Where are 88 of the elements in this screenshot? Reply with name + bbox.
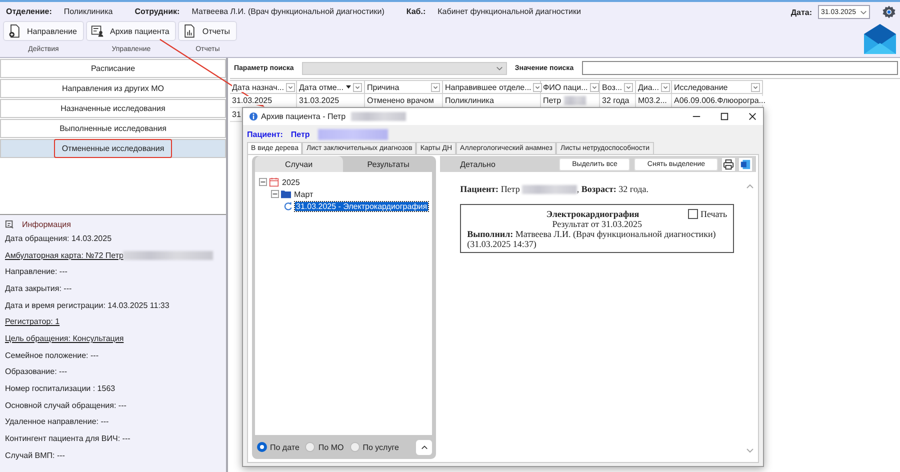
filter-dropdown-button[interactable] [286, 82, 295, 92]
patient-name: Петр [290, 130, 310, 139]
performer-info: Выполнил: Матвеева Л.И. (Врач функциональной диагностики) (31.03.2025 14:37) [467, 229, 717, 249]
nav-item[interactable]: Расписание [0, 59, 226, 78]
search-field[interactable] [582, 61, 898, 75]
info-text: Контингент пациента для ВИЧ: --- [5, 434, 130, 444]
close-icon[interactable] [748, 112, 757, 121]
sort-down-icon [346, 85, 351, 89]
column-header[interactable]: ФИО паци... [541, 80, 600, 94]
printer-icon [723, 158, 734, 170]
envelope-icon[interactable] [864, 24, 896, 54]
info-link[interactable]: Амбулаторная карта: №72 Петр [5, 250, 124, 260]
collapse-toggle[interactable] [271, 190, 279, 198]
collapse-button[interactable] [416, 440, 432, 454]
column-header[interactable]: Исследование [672, 80, 763, 94]
collapse-toggle[interactable] [259, 178, 267, 186]
toolbar-button[interactable]: Направление [3, 21, 84, 41]
radio-option[interactable]: По МО [305, 442, 344, 452]
info-text: Дата и время регистрации: 14.03.2025 11:33 [5, 300, 170, 310]
chart-document-icon [183, 24, 196, 38]
tree-item[interactable]: Март [293, 190, 314, 198]
column-header[interactable]: Дата назнач... [230, 80, 297, 94]
result-date: Результат от 31.03.2025 [551, 219, 643, 229]
filter-dropdown-button[interactable] [624, 82, 634, 92]
info-icon [249, 112, 258, 121]
redaction-blur [350, 112, 406, 121]
info-text: Случай ВМП: --- [5, 450, 65, 460]
section-title: Информация [22, 220, 71, 228]
refresh-icon [283, 201, 293, 211]
age-info: , Возраст: 32 года. [576, 184, 648, 194]
radio-option[interactable]: По услуге [350, 442, 399, 452]
card-person-icon [90, 24, 104, 38]
note-icon [5, 220, 14, 228]
folder-icon [281, 189, 291, 199]
info-text: Семейное положение: --- [5, 350, 98, 360]
info-text: Дата закрытия: --- [5, 284, 72, 293]
column-header[interactable]: Направившее отделе... [443, 80, 541, 94]
panel-title: Детально [460, 160, 496, 168]
document-icon [740, 158, 752, 170]
calendar-icon [269, 177, 279, 187]
maximize-icon[interactable] [720, 112, 729, 121]
info-link[interactable]: Регистратор: 1 [5, 317, 60, 326]
info-text: Образование: --- [5, 367, 68, 376]
info-text: Основной случай обращения: --- [5, 400, 126, 410]
info-text: Дата обращения: 14.03.2025 [5, 234, 112, 243]
print-button[interactable] [722, 158, 736, 170]
print-checkbox[interactable]: Печать [688, 209, 728, 219]
nav-item[interactable]: Назначенные исследования [0, 99, 226, 118]
field-label: Каб.: [406, 7, 426, 16]
column-header[interactable]: Причина [365, 80, 443, 94]
column-header[interactable]: Воз... [600, 80, 636, 94]
filter-dropdown-button[interactable] [661, 82, 670, 92]
caret-icon [420, 444, 428, 450]
nav-item[interactable]: Выполненные исследования [0, 119, 226, 138]
patient-label: Пациент: [247, 130, 283, 139]
document-add-icon [8, 24, 21, 38]
filter-dropdown-button[interactable] [533, 82, 542, 92]
tree-item[interactable]: 2025 [281, 178, 301, 186]
info-text: Удаленное направление: --- [5, 417, 109, 426]
field-label: Сотрудник: [134, 7, 180, 16]
date-label: Дата: [790, 8, 812, 16]
nav-item[interactable]: Направления из других МО [0, 79, 226, 98]
radio-option[interactable]: По дате [257, 442, 300, 452]
redaction-blur [318, 129, 388, 140]
nav-item[interactable]: Отмененные исследования [0, 139, 226, 158]
toolbar-button[interactable]: Архив пациента [86, 21, 176, 41]
word-export-button[interactable] [739, 158, 752, 170]
info-text: Номер госпитализации : 1563 [5, 384, 116, 394]
info-text: Направление: --- [5, 267, 68, 276]
filter-dropdown-button[interactable] [590, 82, 599, 92]
tree-item[interactable]: 31.03.2025 - Электрокардиография [295, 202, 428, 210]
tab[interactable]: Случаи [255, 156, 343, 172]
redaction-blur [522, 184, 577, 194]
filter-dropdown-button[interactable] [751, 82, 760, 92]
settings-icon[interactable] [882, 5, 896, 19]
field-value: Поликлиника [64, 7, 113, 16]
toolbar-button[interactable]: Отчеты [178, 21, 237, 41]
filter-dropdown-button[interactable] [353, 82, 362, 92]
filter-dropdown-button[interactable] [431, 82, 440, 92]
patient-info: Пациент: Петр [460, 184, 520, 194]
field-value: Кабинет функциональной диагностики [438, 7, 581, 16]
redaction-blur [564, 96, 586, 105]
field-value: Матвеева Л.И. (Врач функциональной диагностики) [192, 7, 384, 16]
field-label: Отделение: [6, 7, 52, 16]
result-title: Электрокардиография [545, 209, 640, 219]
column-header[interactable]: Диа... [636, 80, 672, 94]
info-link[interactable]: Цель обращения: Консультация [5, 334, 124, 343]
column-header[interactable]: Дата отме... [297, 80, 365, 94]
